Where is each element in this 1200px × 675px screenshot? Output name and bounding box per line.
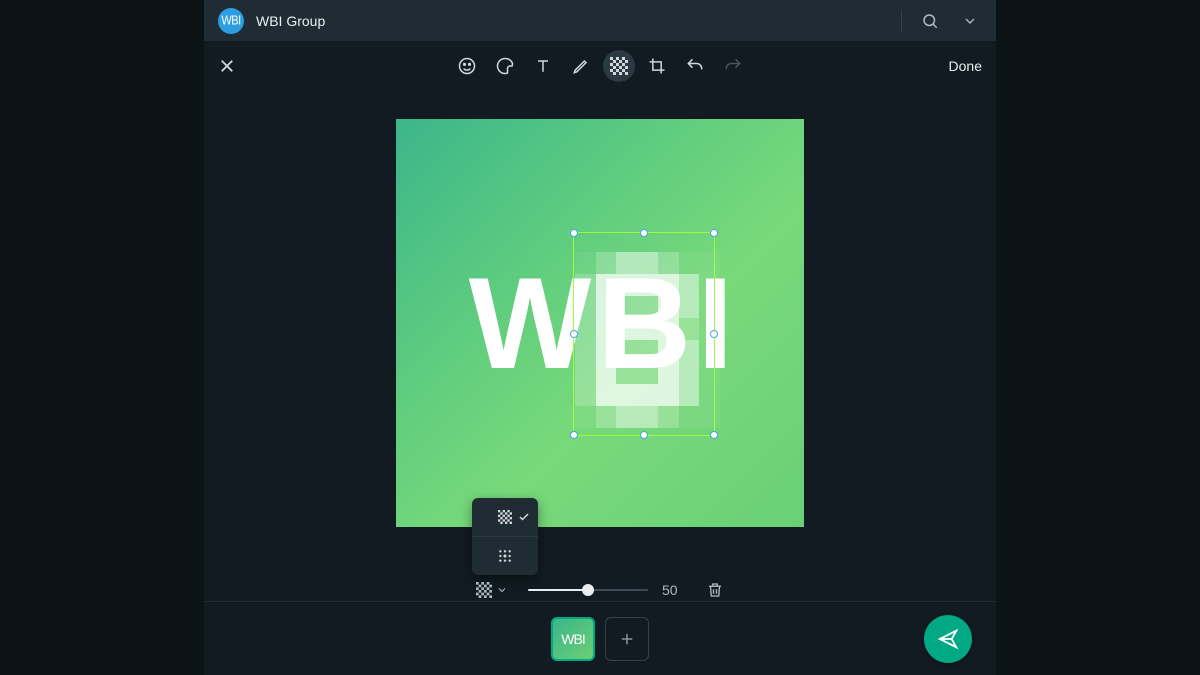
- pixel-size-slider[interactable]: 50: [528, 582, 686, 598]
- crop-tool-icon[interactable]: [641, 50, 673, 82]
- sticker-tool-icon[interactable]: [489, 50, 521, 82]
- slider-fill: [528, 589, 588, 591]
- attachment-thumbnails: WBI: [551, 617, 649, 661]
- editor-panel: WBI WBI Group: [204, 0, 996, 675]
- slider-thumb[interactable]: [582, 584, 594, 596]
- delete-icon[interactable]: [706, 581, 724, 599]
- edited-image: W B I: [396, 119, 804, 527]
- search-icon[interactable]: [918, 9, 942, 33]
- editor-toolbar: Done: [204, 41, 996, 91]
- chevron-down-icon: [496, 584, 508, 596]
- thumbnail-text: WBI: [561, 631, 584, 647]
- send-button[interactable]: [924, 615, 972, 663]
- pixelation-overlay: [575, 252, 720, 428]
- image-text: W: [469, 248, 590, 398]
- undo-icon[interactable]: [679, 50, 711, 82]
- pixelate-style-dropdown[interactable]: [476, 582, 508, 598]
- draw-tool-icon[interactable]: [565, 50, 597, 82]
- add-attachment-button[interactable]: [605, 617, 649, 661]
- bottom-bar: WBI: [204, 601, 996, 675]
- pixelate-style-blur[interactable]: [472, 537, 538, 575]
- image-canvas[interactable]: W B I: [396, 119, 804, 527]
- avatar-text: WBI: [221, 14, 240, 28]
- close-icon[interactable]: [218, 57, 236, 75]
- check-icon: [518, 511, 530, 523]
- pixelate-style-popup: [472, 498, 538, 575]
- chevron-down-icon[interactable]: [958, 9, 982, 33]
- pixelate-tool-icon[interactable]: [603, 50, 635, 82]
- chat-title[interactable]: WBI Group: [256, 13, 325, 29]
- done-button[interactable]: Done: [949, 58, 982, 74]
- text-tool-icon[interactable]: [527, 50, 559, 82]
- chat-avatar[interactable]: WBI: [218, 8, 244, 34]
- slider-value: 50: [662, 582, 686, 598]
- chat-header: WBI WBI Group: [204, 0, 996, 41]
- pixelate-style-checker[interactable]: [472, 498, 538, 536]
- attachment-thumbnail[interactable]: WBI: [551, 617, 595, 661]
- redo-icon: [717, 50, 749, 82]
- emoji-tool-icon[interactable]: [451, 50, 483, 82]
- divider: [901, 10, 902, 32]
- canvas-area: W B I: [204, 91, 996, 585]
